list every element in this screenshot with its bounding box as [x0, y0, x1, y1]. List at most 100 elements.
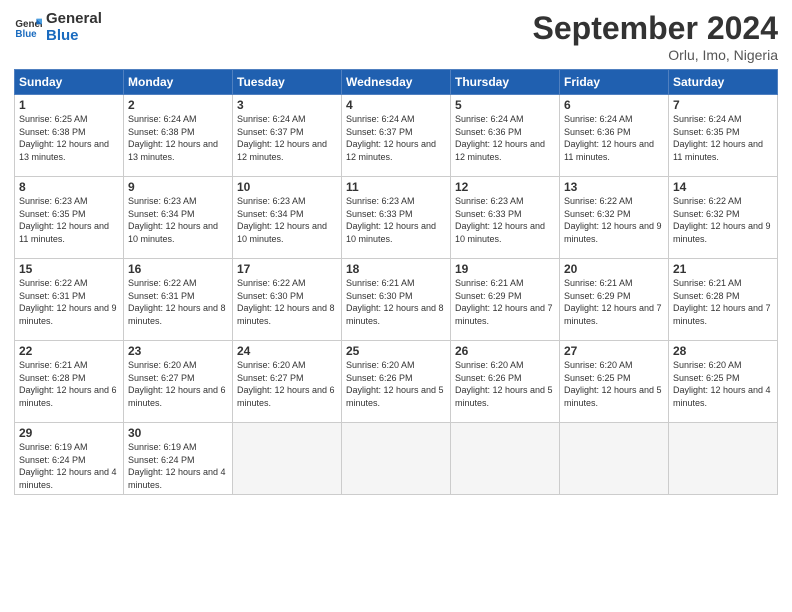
day-number: 15: [19, 262, 119, 276]
day-info: Sunrise: 6:23 AMSunset: 6:34 PMDaylight:…: [128, 195, 228, 245]
table-row: 30Sunrise: 6:19 AMSunset: 6:24 PMDayligh…: [124, 423, 233, 495]
day-info: Sunrise: 6:23 AMSunset: 6:34 PMDaylight:…: [237, 195, 337, 245]
day-number: 2: [128, 98, 228, 112]
table-row: 3Sunrise: 6:24 AMSunset: 6:37 PMDaylight…: [233, 95, 342, 177]
table-row: 6Sunrise: 6:24 AMSunset: 6:36 PMDaylight…: [560, 95, 669, 177]
col-wednesday: Wednesday: [342, 70, 451, 95]
logo-general: General: [46, 10, 102, 27]
day-number: 19: [455, 262, 555, 276]
svg-text:Blue: Blue: [15, 29, 37, 40]
col-friday: Friday: [560, 70, 669, 95]
table-row: 4Sunrise: 6:24 AMSunset: 6:37 PMDaylight…: [342, 95, 451, 177]
day-number: 28: [673, 344, 773, 358]
day-info: Sunrise: 6:24 AMSunset: 6:38 PMDaylight:…: [128, 113, 228, 163]
table-row: [451, 423, 560, 495]
day-info: Sunrise: 6:21 AMSunset: 6:30 PMDaylight:…: [346, 277, 446, 327]
table-row: 23Sunrise: 6:20 AMSunset: 6:27 PMDayligh…: [124, 341, 233, 423]
header: General Blue General Blue September 2024…: [14, 10, 778, 63]
day-number: 11: [346, 180, 446, 194]
day-info: Sunrise: 6:22 AMSunset: 6:32 PMDaylight:…: [673, 195, 773, 245]
day-info: Sunrise: 6:23 AMSunset: 6:33 PMDaylight:…: [346, 195, 446, 245]
day-number: 6: [564, 98, 664, 112]
table-row: 14Sunrise: 6:22 AMSunset: 6:32 PMDayligh…: [669, 177, 778, 259]
col-saturday: Saturday: [669, 70, 778, 95]
month-title: September 2024: [533, 10, 778, 47]
day-number: 17: [237, 262, 337, 276]
day-number: 27: [564, 344, 664, 358]
day-info: Sunrise: 6:20 AMSunset: 6:25 PMDaylight:…: [673, 359, 773, 409]
day-number: 16: [128, 262, 228, 276]
location: Orlu, Imo, Nigeria: [533, 47, 778, 63]
table-row: 21Sunrise: 6:21 AMSunset: 6:28 PMDayligh…: [669, 259, 778, 341]
table-row: 28Sunrise: 6:20 AMSunset: 6:25 PMDayligh…: [669, 341, 778, 423]
day-info: Sunrise: 6:22 AMSunset: 6:31 PMDaylight:…: [128, 277, 228, 327]
day-number: 13: [564, 180, 664, 194]
table-row: 24Sunrise: 6:20 AMSunset: 6:27 PMDayligh…: [233, 341, 342, 423]
day-info: Sunrise: 6:23 AMSunset: 6:33 PMDaylight:…: [455, 195, 555, 245]
day-info: Sunrise: 6:20 AMSunset: 6:27 PMDaylight:…: [237, 359, 337, 409]
table-row: 29Sunrise: 6:19 AMSunset: 6:24 PMDayligh…: [15, 423, 124, 495]
day-info: Sunrise: 6:20 AMSunset: 6:26 PMDaylight:…: [455, 359, 555, 409]
day-number: 26: [455, 344, 555, 358]
day-number: 3: [237, 98, 337, 112]
day-info: Sunrise: 6:24 AMSunset: 6:37 PMDaylight:…: [237, 113, 337, 163]
day-info: Sunrise: 6:20 AMSunset: 6:26 PMDaylight:…: [346, 359, 446, 409]
day-info: Sunrise: 6:19 AMSunset: 6:24 PMDaylight:…: [128, 441, 228, 491]
table-row: [233, 423, 342, 495]
day-number: 24: [237, 344, 337, 358]
logo: General Blue General Blue: [14, 10, 102, 45]
col-thursday: Thursday: [451, 70, 560, 95]
table-row: [342, 423, 451, 495]
calendar-table: Sunday Monday Tuesday Wednesday Thursday…: [14, 69, 778, 495]
page: General Blue General Blue September 2024…: [0, 0, 792, 612]
table-row: 18Sunrise: 6:21 AMSunset: 6:30 PMDayligh…: [342, 259, 451, 341]
table-row: 19Sunrise: 6:21 AMSunset: 6:29 PMDayligh…: [451, 259, 560, 341]
table-row: 8Sunrise: 6:23 AMSunset: 6:35 PMDaylight…: [15, 177, 124, 259]
table-row: 15Sunrise: 6:22 AMSunset: 6:31 PMDayligh…: [15, 259, 124, 341]
table-row: 10Sunrise: 6:23 AMSunset: 6:34 PMDayligh…: [233, 177, 342, 259]
day-info: Sunrise: 6:22 AMSunset: 6:32 PMDaylight:…: [564, 195, 664, 245]
day-number: 23: [128, 344, 228, 358]
day-info: Sunrise: 6:24 AMSunset: 6:37 PMDaylight:…: [346, 113, 446, 163]
day-info: Sunrise: 6:22 AMSunset: 6:30 PMDaylight:…: [237, 277, 337, 327]
day-number: 21: [673, 262, 773, 276]
table-row: 1Sunrise: 6:25 AMSunset: 6:38 PMDaylight…: [15, 95, 124, 177]
col-monday: Monday: [124, 70, 233, 95]
table-row: 17Sunrise: 6:22 AMSunset: 6:30 PMDayligh…: [233, 259, 342, 341]
day-number: 20: [564, 262, 664, 276]
day-info: Sunrise: 6:20 AMSunset: 6:25 PMDaylight:…: [564, 359, 664, 409]
day-info: Sunrise: 6:24 AMSunset: 6:36 PMDaylight:…: [455, 113, 555, 163]
day-number: 7: [673, 98, 773, 112]
col-tuesday: Tuesday: [233, 70, 342, 95]
logo-icon: General Blue: [14, 13, 42, 41]
table-row: 27Sunrise: 6:20 AMSunset: 6:25 PMDayligh…: [560, 341, 669, 423]
day-info: Sunrise: 6:21 AMSunset: 6:29 PMDaylight:…: [564, 277, 664, 327]
table-row: 5Sunrise: 6:24 AMSunset: 6:36 PMDaylight…: [451, 95, 560, 177]
day-number: 1: [19, 98, 119, 112]
col-sunday: Sunday: [15, 70, 124, 95]
day-number: 10: [237, 180, 337, 194]
day-info: Sunrise: 6:20 AMSunset: 6:27 PMDaylight:…: [128, 359, 228, 409]
day-number: 14: [673, 180, 773, 194]
table-row: 25Sunrise: 6:20 AMSunset: 6:26 PMDayligh…: [342, 341, 451, 423]
table-row: [560, 423, 669, 495]
title-block: September 2024 Orlu, Imo, Nigeria: [533, 10, 778, 63]
day-info: Sunrise: 6:23 AMSunset: 6:35 PMDaylight:…: [19, 195, 119, 245]
day-number: 5: [455, 98, 555, 112]
day-number: 8: [19, 180, 119, 194]
logo-blue: Blue: [46, 27, 102, 44]
day-info: Sunrise: 6:25 AMSunset: 6:38 PMDaylight:…: [19, 113, 119, 163]
day-number: 4: [346, 98, 446, 112]
day-info: Sunrise: 6:22 AMSunset: 6:31 PMDaylight:…: [19, 277, 119, 327]
day-info: Sunrise: 6:21 AMSunset: 6:28 PMDaylight:…: [19, 359, 119, 409]
day-number: 25: [346, 344, 446, 358]
day-number: 18: [346, 262, 446, 276]
day-number: 29: [19, 426, 119, 440]
table-row: 11Sunrise: 6:23 AMSunset: 6:33 PMDayligh…: [342, 177, 451, 259]
day-number: 12: [455, 180, 555, 194]
table-row: 26Sunrise: 6:20 AMSunset: 6:26 PMDayligh…: [451, 341, 560, 423]
day-info: Sunrise: 6:21 AMSunset: 6:28 PMDaylight:…: [673, 277, 773, 327]
table-row: 2Sunrise: 6:24 AMSunset: 6:38 PMDaylight…: [124, 95, 233, 177]
table-row: 22Sunrise: 6:21 AMSunset: 6:28 PMDayligh…: [15, 341, 124, 423]
day-info: Sunrise: 6:19 AMSunset: 6:24 PMDaylight:…: [19, 441, 119, 491]
